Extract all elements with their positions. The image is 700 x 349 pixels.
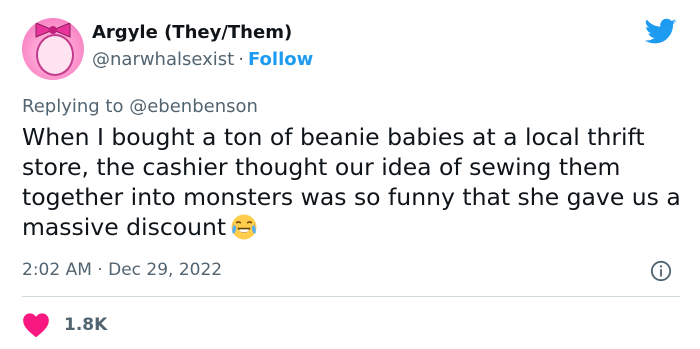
- twitter-bird-icon[interactable]: [645, 18, 677, 46]
- tweet-body: When I bought a ton of beanie babies at …: [22, 122, 682, 242]
- separator-dot: ·: [238, 49, 244, 70]
- tweet-time: 2:02 AM: [22, 260, 92, 280]
- replying-to-label: Replying to: [22, 96, 124, 117]
- info-icon[interactable]: [650, 260, 672, 282]
- follow-button[interactable]: Follow: [248, 49, 313, 70]
- tweet-timestamp[interactable]: 2:02 AM · Dec 29, 2022: [22, 260, 222, 280]
- reply-mention-link[interactable]: @ebenbenson: [129, 96, 258, 117]
- author-handle[interactable]: @narwhalsexist: [92, 49, 234, 70]
- avatar-face: [36, 34, 74, 76]
- divider: [22, 296, 680, 297]
- tweet-text: When I bought a ton of beanie babies at …: [22, 123, 681, 241]
- heart-icon: [23, 313, 49, 338]
- timestamp-separator: ·: [97, 260, 103, 280]
- like-count: 1.8K: [64, 315, 108, 335]
- tweet-date: Dec 29, 2022: [108, 260, 223, 280]
- author-name[interactable]: Argyle (They/Them): [92, 22, 292, 43]
- author-handle-row: @narwhalsexist · Follow: [92, 49, 313, 70]
- avatar[interactable]: [22, 18, 84, 80]
- like-button[interactable]: 1.8K: [22, 312, 107, 338]
- replying-to: Replying to @ebenbenson: [22, 96, 258, 117]
- laughing-crying-emoji-icon: [231, 214, 257, 240]
